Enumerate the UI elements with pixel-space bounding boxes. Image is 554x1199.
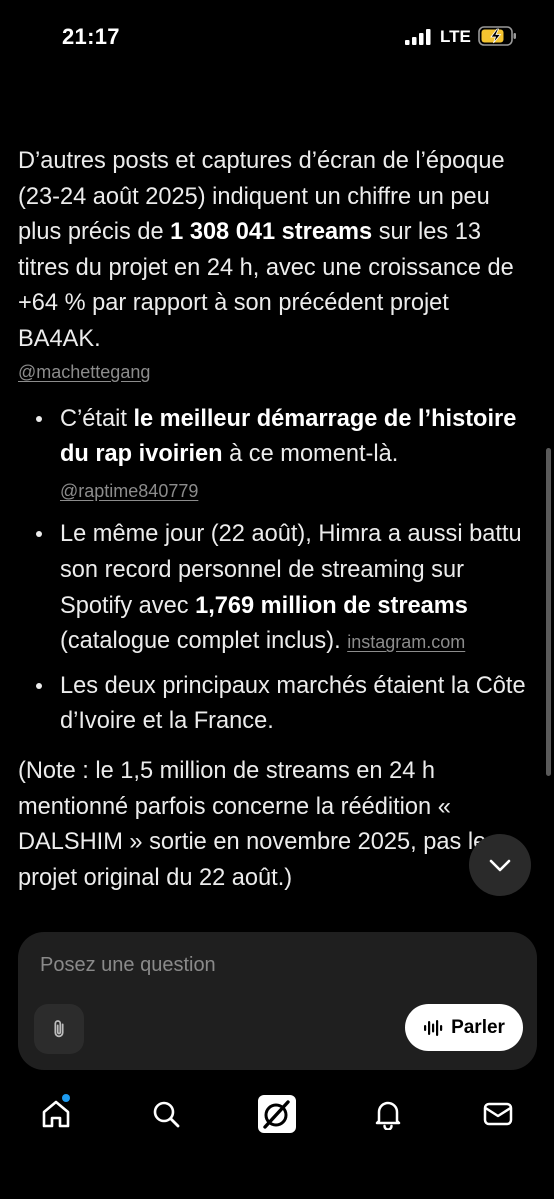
list-item: Les deux principaux marchés étaient la C… — [18, 669, 532, 740]
nav-search[interactable] — [146, 1094, 186, 1134]
paragraph-streams: D’autres posts et captures d’écran de l’… — [18, 144, 532, 358]
nav-notifications[interactable] — [368, 1094, 408, 1134]
nav-messages[interactable] — [478, 1094, 518, 1134]
bullet-dot — [36, 415, 42, 422]
paperclip-icon — [54, 1020, 64, 1038]
battery-charging-icon — [478, 26, 516, 46]
source-link[interactable]: @raptime840779 — [60, 481, 198, 501]
mail-icon — [483, 1102, 513, 1126]
search-icon — [153, 1101, 180, 1128]
nav-home[interactable] — [36, 1094, 76, 1134]
source-link[interactable]: instagram.com — [347, 632, 465, 652]
bell-icon — [375, 1101, 401, 1130]
nav-grok[interactable] — [257, 1094, 297, 1134]
waveform-icon — [424, 1019, 443, 1036]
question-composer: Parler — [18, 932, 537, 1070]
bullet-bold: 1,769 million de streams — [195, 592, 468, 619]
list-item: C’était le meilleur démarrage de l’histo… — [18, 402, 532, 510]
network-label: LTE — [440, 27, 471, 46]
bullet-text: Les deux principaux marchés étaient la C… — [60, 672, 526, 735]
speak-label: Parler — [451, 1016, 505, 1038]
bullet-dot — [36, 682, 42, 689]
grok-icon — [258, 1095, 296, 1133]
bullet-text: (catalogue complet inclus). — [60, 628, 348, 655]
status-bar: 21:17 LTE — [0, 0, 554, 74]
scroll-down-button[interactable] — [469, 834, 531, 896]
question-input[interactable] — [40, 954, 510, 977]
source-link[interactable]: @machettegang — [18, 362, 150, 382]
note-paragraph: (Note : le 1,5 million de streams en 24 … — [18, 757, 487, 891]
paragraph-bold: 1 308 041 streams — [170, 219, 373, 246]
speak-button[interactable]: Parler — [405, 1004, 523, 1051]
bottom-nav — [0, 1090, 554, 1142]
bullet-text: C’était — [60, 405, 134, 432]
home-icon — [42, 1100, 70, 1128]
notification-dot — [62, 1094, 70, 1102]
status-time: 21:17 — [62, 24, 120, 49]
attach-button[interactable] — [34, 1004, 84, 1054]
signal-icon — [405, 29, 431, 45]
scrollbar[interactable] — [546, 448, 551, 776]
chevron-down-icon — [489, 859, 511, 872]
bullet-list: C’était le meilleur démarrage de l’histo… — [18, 402, 532, 740]
answer-content: D’autres posts et captures d’écran de l’… — [18, 144, 532, 916]
list-item: Le même jour (22 août), Himra a aussi ba… — [18, 517, 532, 660]
bullet-dot — [36, 531, 42, 538]
bullet-text: à ce moment-là. — [222, 441, 399, 468]
